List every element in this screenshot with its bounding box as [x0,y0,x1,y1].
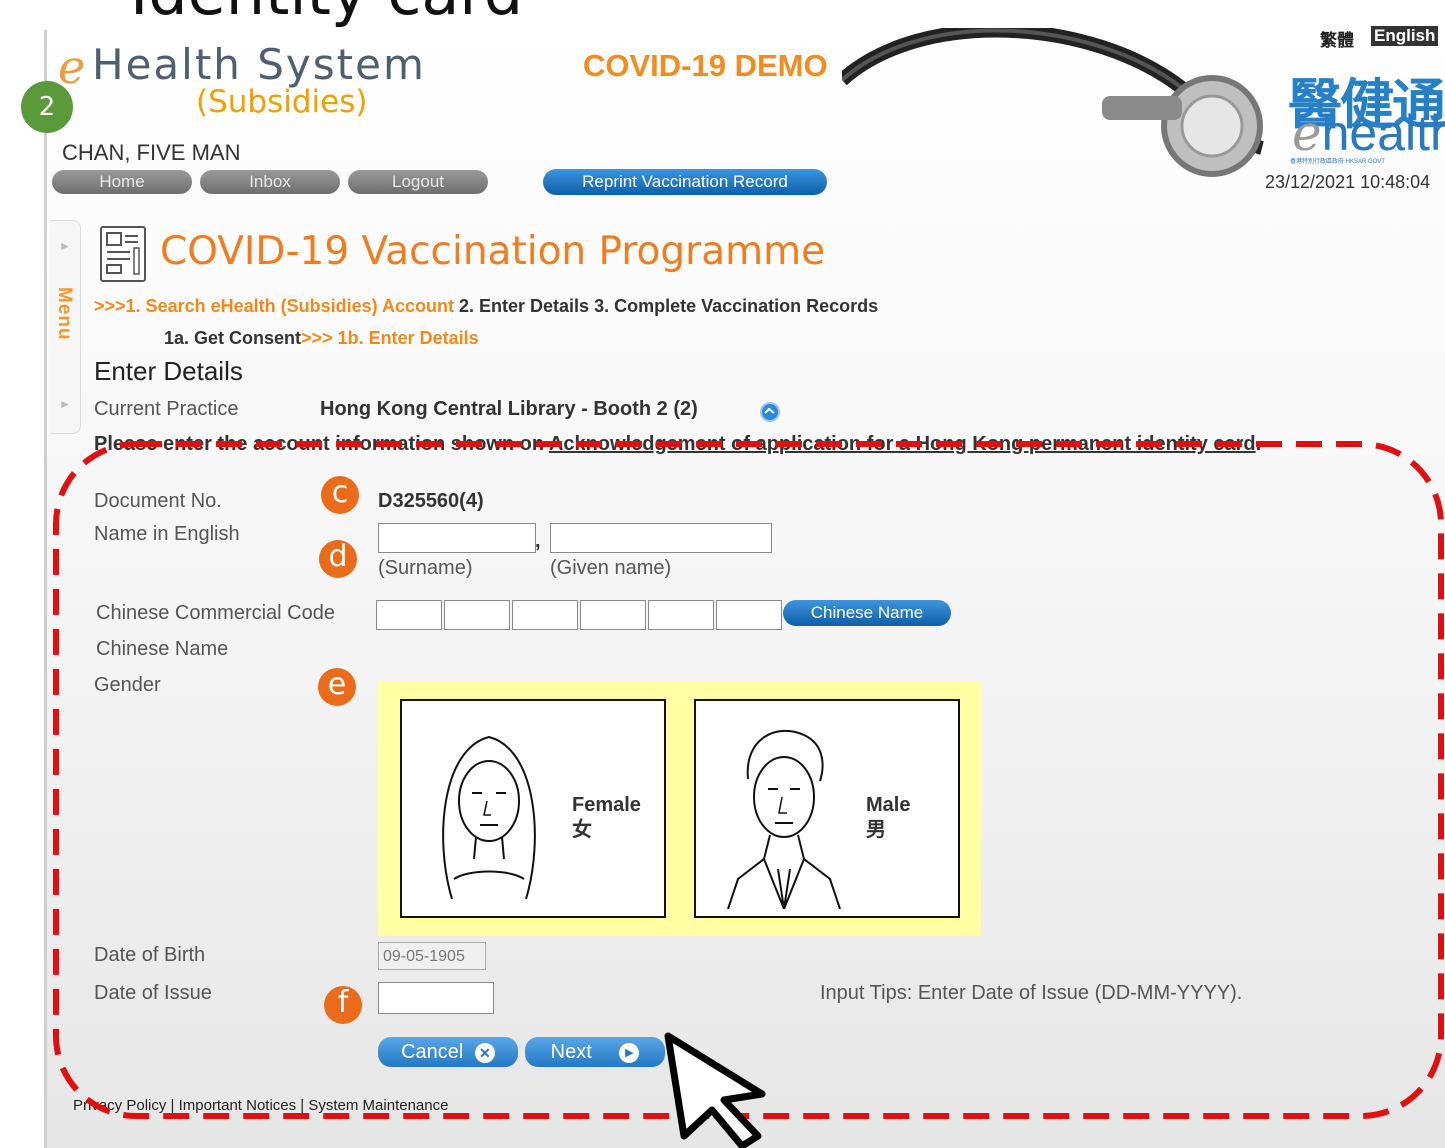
brand-govt-text: 香港特別行政區政府 HKSAR GOVT [1290,159,1386,165]
step-1a-get-consent: 1a. Get Consent [164,328,302,348]
breadcrumb-arrows: >>> [301,328,333,348]
breadcrumb-steps: >>>1. Search eHealth (Subsidies) Account… [94,296,878,317]
brand-logo-english: ehealth [1292,104,1445,162]
callout-f: f [324,986,362,1024]
logout-button[interactable]: Logout [348,170,488,194]
brand-e-mark: e [1292,104,1322,162]
breadcrumb-arrows: >>> [94,296,126,316]
app-subtitle: (Subsidies) [196,84,368,120]
section-heading: Enter Details [94,356,243,386]
step-1-search: 1. Search eHealth (Subsidies) Account [125,296,454,316]
callout-e: e [318,668,356,706]
brand-health-text: health [1321,105,1445,161]
highlight-dashed-border [53,441,1444,1119]
lang-english-link[interactable]: English [1371,26,1439,46]
menu-arrow-icon: ► [59,397,71,411]
step-1b-enter-details: 1b. Enter Details [337,328,479,348]
demo-label: COVID-19 DEMO [583,48,828,83]
stethoscope-image [842,28,1265,177]
lang-traditional-chinese-link[interactable]: 繁體 [1320,26,1354,51]
frame-left-edge [44,30,47,1148]
current-datetime: 23/12/2021 10:48:04 [1265,172,1431,192]
user-name: CHAN, FIVE MAN [62,140,241,165]
reprint-vaccination-record-button[interactable]: Reprint Vaccination Record [543,169,827,195]
home-button[interactable]: Home [52,170,192,194]
menu-arrow-icon: ► [59,239,71,253]
vaccination-form-icon [100,226,146,282]
callout-c: c [321,476,359,514]
breadcrumb-substeps: 1a. Get Consent>>> 1b. Enter Details [164,328,479,349]
step-badge: 2 [21,81,73,133]
slide-title: Identity card [130,0,523,24]
side-menu-tab[interactable]: ► Menu ► [50,220,81,434]
step-3-complete-records: 3. Complete Vaccination Records [594,296,879,316]
mouse-cursor-icon [664,1032,766,1148]
page-title: COVID-19 Vaccination Programme [160,229,826,274]
inbox-button[interactable]: Inbox [200,170,340,194]
app-logo-name: Health System [92,40,426,89]
change-practice-icon[interactable] [759,401,781,423]
step-2-enter-details: 2. Enter Details [458,296,590,316]
menu-label: Menu [54,287,75,341]
current-practice-label: Current Practice [94,398,239,420]
current-practice-value: Hong Kong Central Library - Booth 2 (2) [320,398,698,420]
callout-d: d [319,540,357,578]
